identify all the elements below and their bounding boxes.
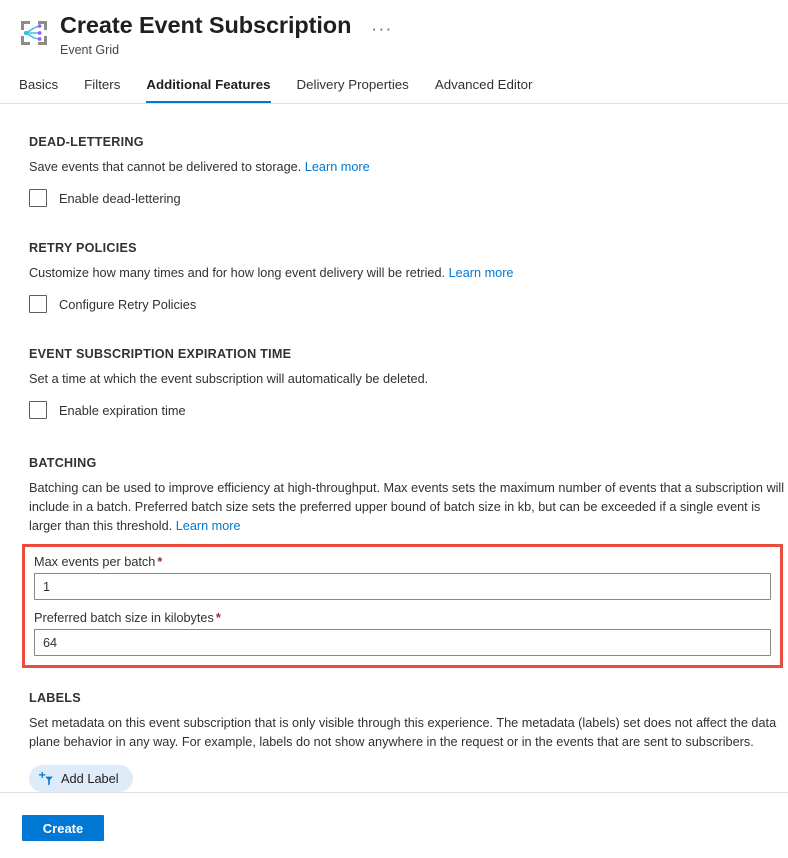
preferred-batch-size-label-text: Preferred batch size in kilobytes	[34, 611, 214, 625]
batching-fields-highlight: Max events per batch* Preferred batch si…	[22, 544, 783, 668]
configure-retry-policies-checkbox[interactable]	[29, 295, 47, 313]
max-events-per-batch-label-text: Max events per batch	[34, 555, 155, 569]
section-expiration-time: EVENT SUBSCRIPTION EXPIRATION TIME Set a…	[29, 347, 788, 419]
section-dead-lettering: DEAD-LETTERING Save events that cannot b…	[29, 135, 788, 207]
section-description-expiration-time: Set a time at which the event subscripti…	[29, 370, 781, 389]
configure-retry-policies-row[interactable]: Configure Retry Policies	[29, 295, 788, 313]
add-filter-icon	[38, 771, 54, 787]
max-events-per-batch-label: Max events per batch*	[34, 555, 771, 569]
title-block: Create Event Subscription Event Grid	[60, 12, 351, 59]
configure-retry-policies-label[interactable]: Configure Retry Policies	[59, 297, 196, 312]
add-label-button[interactable]: Add Label	[29, 765, 133, 792]
section-description-labels: Set metadata on this event subscription …	[29, 714, 777, 752]
max-events-per-batch-field: Max events per batch*	[34, 555, 771, 600]
section-title-retry-policies: RETRY POLICIES	[29, 241, 788, 255]
dead-lettering-desc-text: Save events that cannot be delivered to …	[29, 160, 301, 174]
section-retry-policies: RETRY POLICIES Customize how many times …	[29, 241, 788, 313]
preferred-batch-size-field: Preferred batch size in kilobytes*	[34, 611, 771, 656]
dead-lettering-learn-more-link[interactable]: Learn more	[305, 160, 370, 174]
more-options-icon[interactable]: ···	[371, 22, 392, 36]
enable-expiration-time-row[interactable]: Enable expiration time	[29, 401, 788, 419]
footer-bar: Create	[0, 792, 788, 858]
batching-desc-text: Batching can be used to improve efficien…	[29, 481, 784, 533]
section-description-retry-policies: Customize how many times and for how lon…	[29, 264, 781, 283]
section-title-batching: BATCHING	[29, 456, 788, 470]
preferred-batch-size-input[interactable]	[34, 629, 771, 656]
tab-basics[interactable]: Basics	[19, 77, 58, 103]
section-batching: BATCHING Batching can be used to improve…	[29, 456, 788, 661]
tab-bar: Basics Filters Additional Features Deliv…	[0, 73, 788, 104]
section-labels: LABELS Set metadata on this event subscr…	[29, 691, 788, 792]
retry-policies-learn-more-link[interactable]: Learn more	[449, 266, 514, 280]
page-title: Create Event Subscription	[60, 12, 351, 39]
section-title-expiration-time: EVENT SUBSCRIPTION EXPIRATION TIME	[29, 347, 788, 361]
section-title-dead-lettering: DEAD-LETTERING	[29, 135, 788, 149]
title-row: Create Event Subscription Event Grid ···	[0, 12, 788, 59]
enable-dead-lettering-label[interactable]: Enable dead-lettering	[59, 191, 181, 206]
enable-dead-lettering-row[interactable]: Enable dead-lettering	[29, 189, 788, 207]
section-description-batching: Batching can be used to improve efficien…	[29, 479, 786, 536]
tab-delivery-properties[interactable]: Delivery Properties	[297, 77, 409, 103]
section-description-dead-lettering: Save events that cannot be delivered to …	[29, 158, 781, 177]
tab-additional-features[interactable]: Additional Features	[146, 77, 270, 103]
page-subtitle: Event Grid	[60, 42, 351, 59]
add-label-button-text: Add Label	[61, 771, 119, 786]
page-header: Create Event Subscription Event Grid ···…	[0, 0, 788, 104]
preferred-batch-size-label: Preferred batch size in kilobytes*	[34, 611, 771, 625]
section-title-labels: LABELS	[29, 691, 788, 705]
tab-advanced-editor[interactable]: Advanced Editor	[435, 77, 533, 103]
tab-filters[interactable]: Filters	[84, 77, 120, 103]
preferred-batch-size-required-mark: *	[216, 611, 221, 625]
enable-expiration-time-label[interactable]: Enable expiration time	[59, 403, 186, 418]
batching-learn-more-link[interactable]: Learn more	[176, 519, 241, 533]
content-area: DEAD-LETTERING Save events that cannot b…	[0, 135, 788, 792]
max-events-per-batch-input[interactable]	[34, 573, 771, 600]
create-button[interactable]: Create	[22, 815, 104, 841]
enable-expiration-time-checkbox[interactable]	[29, 401, 47, 419]
enable-dead-lettering-checkbox[interactable]	[29, 189, 47, 207]
max-events-required-mark: *	[157, 555, 162, 569]
batching-fields-wrapper: Max events per batch* Preferred batch si…	[29, 544, 788, 661]
event-grid-icon	[17, 16, 51, 50]
retry-policies-desc-text: Customize how many times and for how lon…	[29, 266, 445, 280]
